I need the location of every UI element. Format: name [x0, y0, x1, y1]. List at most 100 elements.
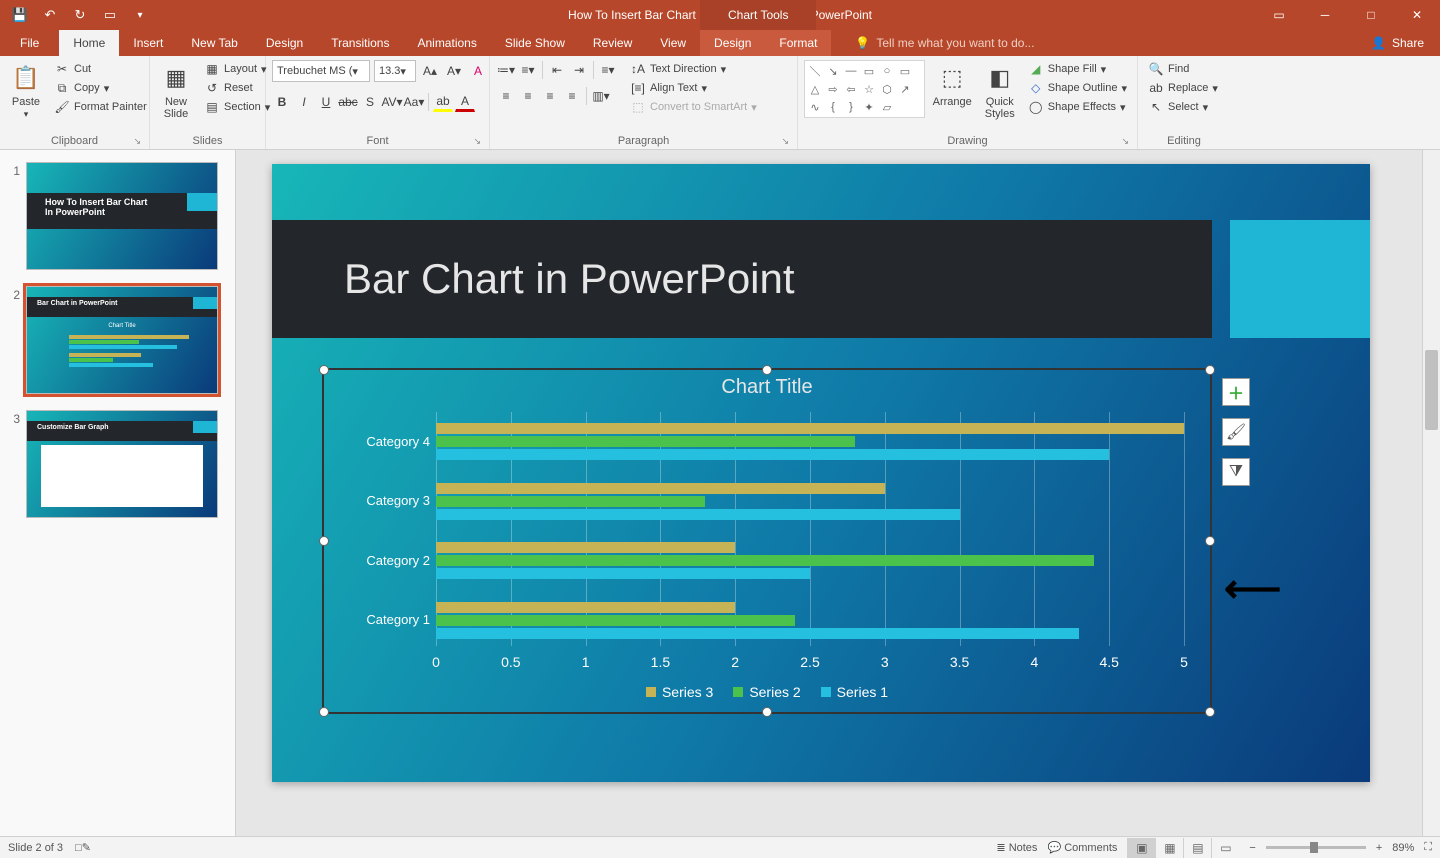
shapes-gallery[interactable]: ＼ ↘ — ▭ ○ ▭ △ ⇨ ⇦ ☆ ⬡ ↗ ∿ { } ✦ ▱	[804, 60, 925, 118]
italic-button[interactable]: I	[294, 92, 314, 112]
shape-star-icon[interactable]: ☆	[861, 81, 877, 97]
slideshow-view-button[interactable]: ▭	[1211, 838, 1239, 858]
save-icon[interactable]: 💾	[6, 2, 34, 28]
decrease-font-icon[interactable]: A▾	[444, 61, 464, 81]
columns-button[interactable]: ▥▾	[591, 86, 611, 106]
slide-thumbnail-1[interactable]: How To Insert Bar Chart In PowerPoint	[26, 162, 218, 270]
start-from-beginning-icon[interactable]: ▭	[96, 2, 124, 28]
slide-thumbnail-3[interactable]: Customize Bar Graph	[26, 410, 218, 518]
align-text-button[interactable]: [≡]Align Text ▾	[626, 79, 761, 97]
shadow-button[interactable]: S	[360, 92, 380, 112]
chart-styles-button[interactable]: 🖌	[1222, 418, 1250, 446]
zoom-in-button[interactable]: +	[1376, 842, 1382, 854]
shape-star2-icon[interactable]: ✦	[861, 99, 877, 115]
slide-thumbnail-2[interactable]: Bar Chart in PowerPoint Chart Title	[26, 286, 218, 394]
text-direction-button[interactable]: ↕AText Direction ▾	[626, 60, 761, 78]
numbering-button[interactable]: ≡▾	[518, 60, 538, 80]
tab-design[interactable]: Design	[252, 30, 317, 56]
comments-button[interactable]: 💬 Comments	[1047, 841, 1117, 854]
share-button[interactable]: 👤Share	[1355, 30, 1440, 56]
shape-line-icon[interactable]: ＼	[807, 63, 823, 79]
tab-new-tab[interactable]: New Tab	[177, 30, 251, 56]
sorter-view-button[interactable]: ▦	[1155, 838, 1183, 858]
align-center-button[interactable]: ≡	[518, 86, 538, 106]
scrollbar-thumb[interactable]	[1425, 350, 1438, 430]
tab-chart-design[interactable]: Design	[700, 30, 765, 56]
arrange-button[interactable]: ⬚Arrange	[929, 60, 976, 110]
clear-formatting-icon[interactable]: A	[468, 61, 488, 81]
font-color-button[interactable]: A	[455, 92, 475, 112]
minimize-icon[interactable]: ─	[1302, 0, 1348, 30]
shape-line2-icon[interactable]: —	[843, 63, 859, 79]
chart-legend[interactable]: Series 3Series 2Series 1	[324, 684, 1210, 700]
shape-brace-r-icon[interactable]: }	[843, 99, 859, 115]
undo-icon[interactable]: ↶	[36, 2, 64, 28]
bold-button[interactable]: B	[272, 92, 292, 112]
shape-outline-button[interactable]: ◇Shape Outline ▾	[1024, 79, 1131, 97]
shape-arrow3-icon[interactable]: ⇦	[843, 81, 859, 97]
align-right-button[interactable]: ≡	[540, 86, 560, 106]
increase-font-icon[interactable]: A▴	[420, 61, 440, 81]
font-family-input[interactable]: Trebuchet MS ( ▾	[272, 60, 370, 82]
shape-arrow-icon[interactable]: ↘	[825, 63, 841, 79]
shape-triangle-icon[interactable]: △	[807, 81, 823, 97]
paragraph-dialog-icon[interactable]: ↘	[781, 136, 789, 147]
zoom-slider[interactable]	[1266, 846, 1366, 849]
format-painter-button[interactable]: 🖌Format Painter	[50, 98, 151, 116]
replace-button[interactable]: abReplace ▾	[1144, 79, 1222, 97]
align-left-button[interactable]: ≡	[496, 86, 516, 106]
shape-curve-icon[interactable]: ∿	[807, 99, 823, 115]
shape-brace-l-icon[interactable]: {	[825, 99, 841, 115]
tab-view[interactable]: View	[646, 30, 700, 56]
change-case-button[interactable]: Aa▾	[404, 92, 424, 112]
shape-hex-icon[interactable]: ⬡	[879, 81, 895, 97]
shape-effects-button[interactable]: ◯Shape Effects ▾	[1024, 98, 1131, 116]
justify-button[interactable]: ≡	[562, 86, 582, 106]
tab-slideshow[interactable]: Slide Show	[491, 30, 579, 56]
quick-styles-button[interactable]: ◧Quick Styles	[980, 60, 1020, 122]
underline-button[interactable]: U	[316, 92, 336, 112]
vertical-scrollbar[interactable]	[1422, 150, 1440, 836]
decrease-indent-button[interactable]: ⇤	[547, 60, 567, 80]
tab-animations[interactable]: Animations	[403, 30, 490, 56]
char-spacing-button[interactable]: AV▾	[382, 92, 402, 112]
notes-button[interactable]: ≣ Notes	[996, 841, 1037, 854]
section-button[interactable]: ▤Section ▾	[200, 98, 274, 116]
tab-file[interactable]: File	[0, 30, 59, 56]
chart-object[interactable]: Chart Title 00.511.522.533.544.55Categor…	[322, 368, 1212, 714]
tab-review[interactable]: Review	[579, 30, 646, 56]
slide-canvas[interactable]: Bar Chart in PowerPoint Chart Title 00.5…	[272, 164, 1370, 782]
maximize-icon[interactable]: □	[1348, 0, 1394, 30]
close-icon[interactable]: ✕	[1394, 0, 1440, 30]
copy-button[interactable]: ⧉Copy ▾	[50, 79, 151, 97]
shape-fill-button[interactable]: ◢Shape Fill ▾	[1024, 60, 1131, 78]
qat-customize-icon[interactable]: ▾	[126, 2, 154, 28]
shape-rect2-icon[interactable]: ▭	[897, 63, 913, 79]
drawing-dialog-icon[interactable]: ↘	[1121, 136, 1129, 147]
chart-plot-area[interactable]: 00.511.522.533.544.55Category 4Category …	[436, 412, 1180, 646]
reset-button[interactable]: ↺Reset	[200, 79, 274, 97]
chart-filters-button[interactable]: ⧩	[1222, 458, 1250, 486]
tell-me-input[interactable]: 💡 Tell me what you want to do...	[831, 30, 1355, 56]
normal-view-button[interactable]: ▣	[1127, 838, 1155, 858]
shape-rect-icon[interactable]: ▭	[861, 63, 877, 79]
ribbon-display-icon[interactable]: ▭	[1256, 0, 1302, 30]
tab-transitions[interactable]: Transitions	[317, 30, 403, 56]
font-dialog-icon[interactable]: ↘	[473, 136, 481, 147]
new-slide-button[interactable]: ▦ New Slide	[156, 60, 196, 122]
shape-arrow2-icon[interactable]: ⇨	[825, 81, 841, 97]
zoom-level[interactable]: 89%	[1392, 842, 1414, 854]
clipboard-dialog-icon[interactable]: ↘	[133, 136, 141, 147]
font-size-input[interactable]: 13.3 ▾	[374, 60, 416, 82]
tab-chart-format[interactable]: Format	[765, 30, 831, 56]
tab-insert[interactable]: Insert	[119, 30, 177, 56]
select-button[interactable]: ↖Select ▾	[1144, 98, 1222, 116]
shape-oval-icon[interactable]: ○	[879, 63, 895, 79]
shape-arrow4-icon[interactable]: ↗	[897, 81, 913, 97]
fit-to-window-button[interactable]: ⛶	[1424, 841, 1432, 854]
redo-icon[interactable]: ↻	[66, 2, 94, 28]
strikethrough-button[interactable]: abc	[338, 92, 358, 112]
spellcheck-icon[interactable]: □✎	[75, 841, 91, 854]
tab-home[interactable]: Home	[59, 30, 119, 56]
cut-button[interactable]: ✂Cut	[50, 60, 151, 78]
